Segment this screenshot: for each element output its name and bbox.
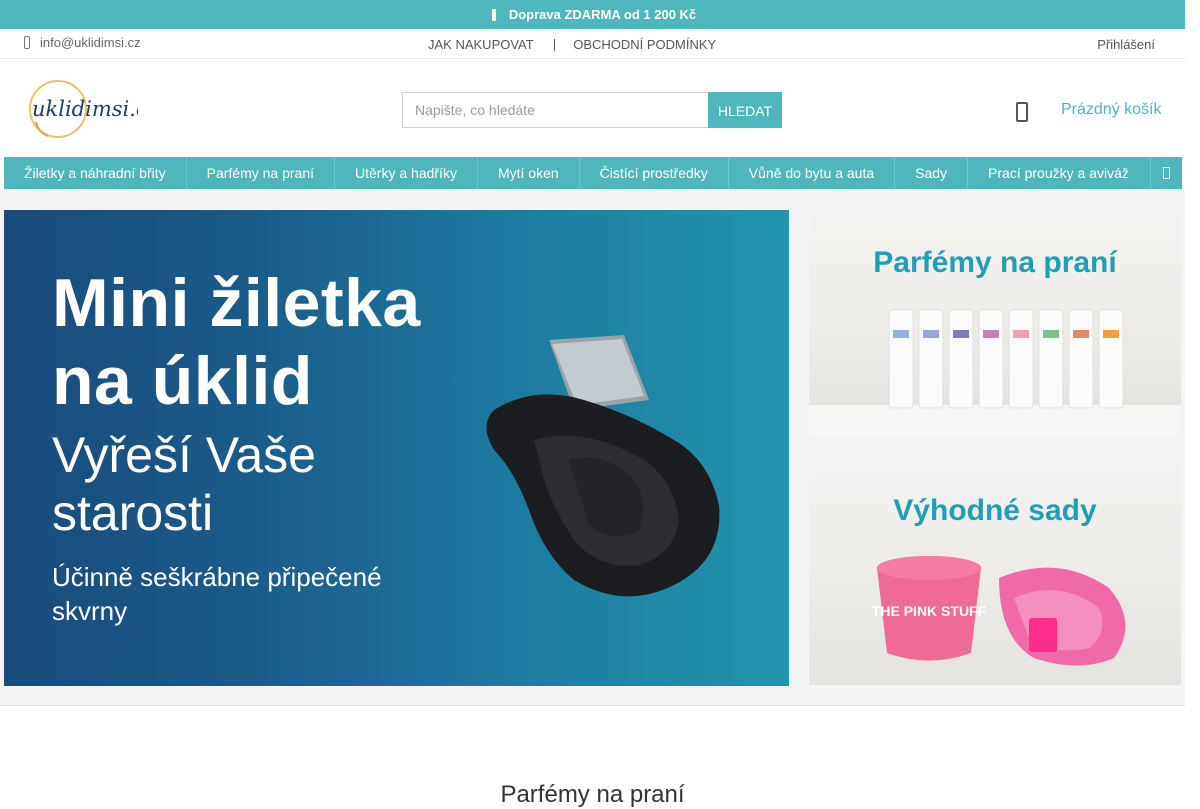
nav-item-cloths[interactable]: Utěrky a hadříky (335, 157, 478, 189)
phone-icon (24, 36, 30, 49)
truck-icon (489, 8, 501, 22)
laundry-perfumes-banner[interactable]: Parfémy na praní (809, 210, 1181, 437)
nav-item-fragrances[interactable]: Vůně do bytu a auta (729, 157, 896, 189)
svg-text:uklidimsi.cz: uklidimsi.cz (32, 97, 138, 121)
login-link[interactable]: Přihlášení (1097, 37, 1155, 52)
value-sets-banner[interactable]: Výhodné sady THE PINK STUFF (809, 458, 1181, 685)
nav-item-cleaners[interactable]: Čistící prostředky (580, 157, 729, 189)
chevron-right-icon (1163, 167, 1170, 179)
info-links: JAK NAKUPOVAT OBCHODNÍ PODMÍNKY (428, 37, 716, 52)
divider (553, 38, 556, 51)
nav-item-window-cleaning[interactable]: Mytí oken (478, 157, 580, 189)
scraper-image (486, 335, 720, 597)
sub-header: info@uklidimsi.cz JAK NAKUPOVAT OBCHODNÍ… (0, 29, 1185, 59)
link-terms[interactable]: OBCHODNÍ PODMÍNKY (573, 37, 716, 52)
main-banner[interactable]: Mini žiletka na úklid Vyřeší Vaše staros… (4, 210, 789, 686)
site-logo[interactable]: uklidimsi.cz (28, 78, 160, 140)
category-nav: Žiletky a náhradní břity Parfémy na pran… (4, 157, 1182, 189)
banner-tagline: Účinně seškrábne připečené skvrny (52, 562, 382, 626)
nav-more-button[interactable] (1150, 157, 1182, 189)
banner-headline: Mini žiletka na úklid (52, 265, 421, 419)
cart-label[interactable]: Prázdný košík (1061, 101, 1161, 119)
search-bar: HLEDAT (402, 92, 782, 128)
shipping-info-bar: Doprava ZDARMA od 1 200 Kč (0, 0, 1185, 29)
nav-item-laundry-strips[interactable]: Prací proužky a aviváž (968, 157, 1149, 189)
search-input[interactable] (402, 92, 708, 128)
section-title: Parfémy na praní (500, 781, 685, 808)
shipping-text: Doprava ZDARMA od 1 200 Kč (508, 7, 697, 22)
bottles-image (809, 309, 1181, 437)
svg-text:THE PINK STUFF: THE PINK STUFF (872, 603, 987, 619)
pink-stuff-image: THE PINK STUFF (872, 556, 1126, 666)
email-text: info@uklidimsi.cz (40, 35, 141, 50)
contact-email[interactable]: info@uklidimsi.cz (24, 35, 141, 50)
link-how-to-buy[interactable]: JAK NAKUPOVAT (428, 37, 534, 52)
nav-item-sets[interactable]: Sady (895, 157, 969, 189)
cart-icon[interactable] (1014, 100, 1028, 122)
nav-item-razors[interactable]: Žiletky a náhradní břity (4, 157, 187, 189)
search-button[interactable]: HLEDAT (708, 92, 782, 128)
nav-item-laundry-perfumes[interactable]: Parfémy na praní (187, 157, 336, 189)
banner-subheadline: Vyřeší Vaše starosti (52, 427, 316, 541)
